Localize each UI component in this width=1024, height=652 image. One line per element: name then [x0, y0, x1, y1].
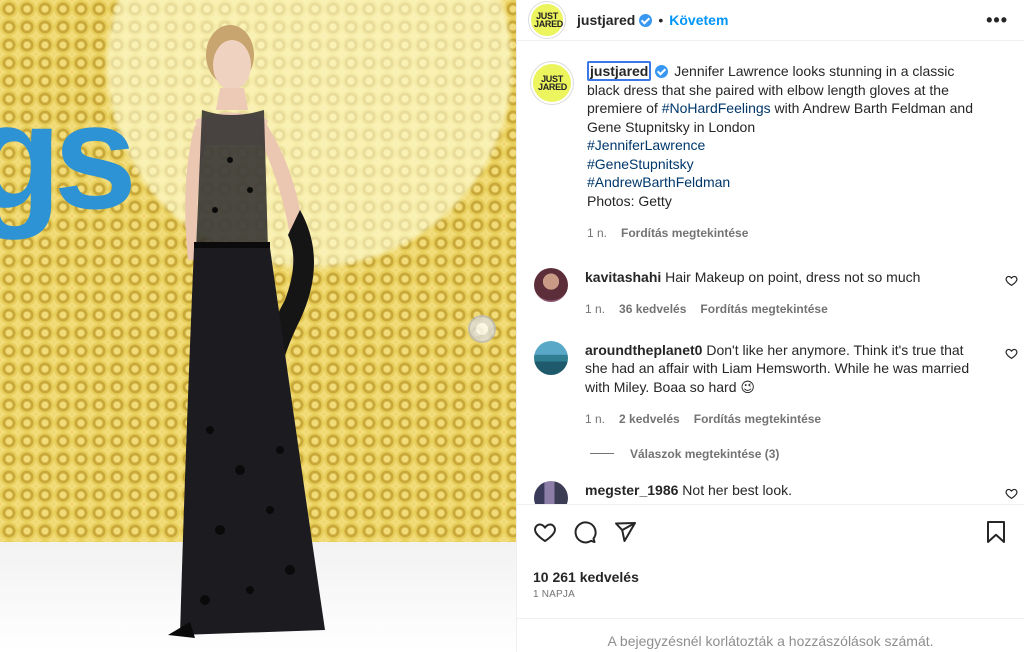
comment-bubble-icon[interactable] [573, 520, 597, 544]
like-heart-icon[interactable] [533, 520, 557, 544]
photo-subject [168, 25, 325, 638]
post-photo[interactable]: gs [0, 0, 516, 652]
comments-list[interactable]: JUST JARED justjared Jennifer Lawrence l… [517, 52, 1024, 504]
like-comment-heart-icon[interactable] [1005, 347, 1018, 360]
photo-credit: Photos: Getty [587, 192, 672, 209]
brand-logo: JUST JARED [534, 11, 564, 29]
save-bookmark-icon[interactable] [984, 520, 1008, 544]
comment-body: kavitashahi Hair Makeup on point, dress … [585, 268, 1008, 319]
verified-badge-icon [639, 13, 653, 27]
comment-username[interactable]: aroundtheplanet0 [585, 342, 702, 358]
post-actions: 10 261 kedvelés 1 NAPJA [517, 504, 1024, 600]
verified-badge-icon [655, 65, 669, 78]
caption-username[interactable]: justjared [587, 61, 652, 81]
brand-logo: JUST JARED [538, 74, 568, 92]
comment-likes[interactable]: 36 kedvelés [619, 300, 686, 319]
follow-button[interactable]: Követem [669, 12, 728, 28]
profile-avatar[interactable]: JUST JARED [529, 2, 565, 38]
photo-sign-text: gs [0, 72, 137, 240]
likes-count[interactable]: 10 261 kedvelés [533, 569, 1008, 585]
comment-username[interactable]: megster_1986 [585, 482, 678, 498]
view-replies-label: Válaszok megtekintése (3) [630, 446, 780, 461]
caption-avatar[interactable]: JUST JARED [531, 62, 573, 104]
comment-item: kavitashahi Hair Makeup on point, dress … [517, 267, 1024, 319]
comment-meta: 1 n. 36 kedvelés Fordítás megtekintése [585, 300, 982, 319]
translate-link[interactable]: Fordítás megtekintése [694, 410, 821, 429]
comment-time[interactable]: 1 n. [585, 300, 605, 319]
caption-meta: 1 n. Fordítás megtekintése [587, 224, 982, 243]
hashtag-link[interactable]: #GeneStupnitsky [587, 155, 982, 174]
commenter-avatar[interactable] [534, 340, 568, 375]
post-panel: JUST JARED justjared • Követem ••• JUST … [516, 0, 1024, 652]
header-username[interactable]: justjared [577, 12, 635, 28]
comment-time[interactable]: 1 n. [585, 410, 605, 429]
caption-body: justjared Jennifer Lawrence looks stunni… [587, 61, 1008, 243]
commenter-avatar[interactable] [534, 267, 568, 302]
commenter-avatar[interactable] [534, 480, 568, 504]
caption: JUST JARED justjared Jennifer Lawrence l… [517, 61, 1024, 243]
action-icons [533, 519, 1008, 545]
comments-limited-note: A bejegyzésnél korlátozták a hozzászólás… [517, 618, 1024, 652]
hashtag-link[interactable]: #AndrewBarthFeldman [587, 173, 982, 192]
like-comment-heart-icon[interactable] [1005, 487, 1018, 500]
comment-text: Not her best look. [682, 481, 793, 498]
caption-time[interactable]: 1 n. [587, 224, 607, 243]
comment-username[interactable]: kavitashahi [585, 269, 661, 285]
hashtag-link[interactable]: #JenniferLawrence [587, 136, 982, 155]
share-send-icon[interactable] [613, 520, 637, 544]
caption-text: justjared Jennifer Lawrence looks stunni… [587, 61, 982, 136]
replies-divider [590, 453, 614, 454]
translate-link[interactable]: Fordítás megtekintése [700, 300, 827, 319]
like-comment-heart-icon[interactable] [1005, 274, 1018, 287]
comment-likes[interactable]: 2 kedvelés [619, 410, 680, 429]
header-separator: • [658, 12, 664, 28]
translate-link[interactable]: Fordítás megtekintése [621, 224, 748, 243]
comment-meta: 1 n. 2 kedvelés Fordítás megtekintése [585, 410, 982, 429]
comment-item: megster_1986 Not her best look. [517, 480, 1024, 505]
photo-light [468, 315, 496, 343]
comment-item: aroundtheplanet0 Don't like her anymore.… [517, 340, 1024, 429]
post-age[interactable]: 1 NAPJA [533, 589, 1008, 600]
hashtag-link[interactable]: #NoHardFeelings [662, 100, 771, 116]
comment-body: megster_1986 Not her best look. [585, 481, 1008, 505]
post-header: JUST JARED justjared • Követem ••• [517, 0, 1024, 41]
comment-body: aroundtheplanet0 Don't like her anymore.… [585, 341, 1008, 429]
more-options-icon[interactable]: ••• [986, 10, 1008, 31]
view-replies-button[interactable]: Válaszok megtekintése (3) [590, 447, 1024, 461]
comment-text: Hair Makeup on point, dress not so much [665, 268, 921, 285]
